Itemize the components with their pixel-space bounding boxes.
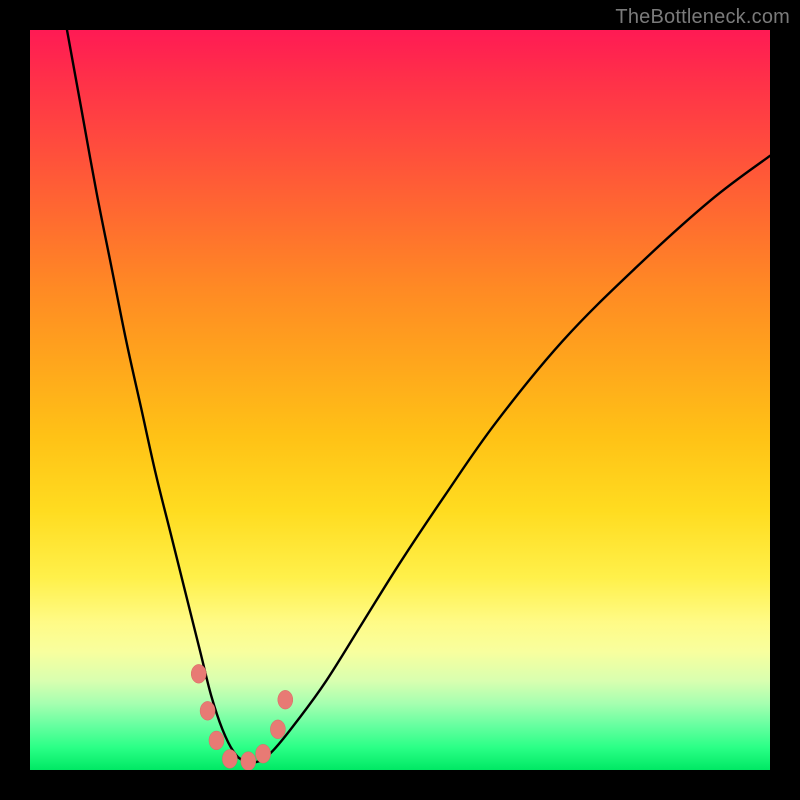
- watermark-text: TheBottleneck.com: [615, 6, 790, 29]
- curve-marker: [191, 664, 206, 683]
- curve-marker: [241, 752, 256, 770]
- curve-marker: [278, 690, 293, 709]
- curve-marker: [200, 701, 215, 720]
- curve-marker: [222, 750, 237, 769]
- curve-marker: [256, 744, 271, 763]
- bottleneck-curve: [67, 30, 770, 763]
- curve-svg: [30, 30, 770, 770]
- chart-frame: TheBottleneck.com: [0, 0, 800, 800]
- curve-marker: [209, 731, 224, 750]
- curve-marker: [270, 720, 285, 739]
- plot-area: [30, 30, 770, 770]
